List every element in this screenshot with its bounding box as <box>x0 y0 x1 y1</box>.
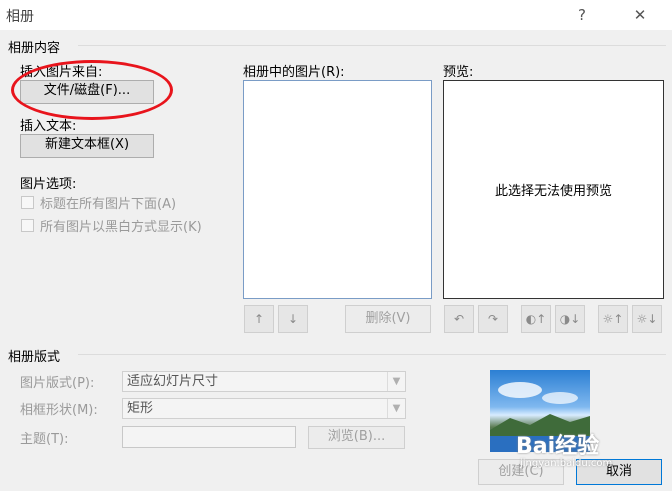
caption-below-checkbox[interactable] <box>21 196 34 209</box>
preview-label: 预览: <box>443 65 474 80</box>
pictures-listbox[interactable] <box>243 80 432 299</box>
browse-button[interactable]: 浏览(B)... <box>308 426 405 449</box>
watermark-brand: Bai经验 <box>516 434 600 459</box>
divider <box>78 354 666 355</box>
frame-shape-value: 矩形 <box>127 401 154 416</box>
frame-shape-select[interactable]: 矩形 ▼ <box>122 398 406 419</box>
move-up-button[interactable]: ↑ <box>244 305 274 333</box>
theme-label: 主题(T): <box>20 432 69 447</box>
new-text-box-button[interactable]: 新建文本框(X) <box>20 134 154 158</box>
chevron-down-icon: ▼ <box>387 372 405 391</box>
picture-layout-value: 适应幻灯片尺寸 <box>127 374 219 389</box>
rotate-left-button[interactable]: ↶ <box>444 305 474 333</box>
caption-below-label: 标题在所有图片下面(A) <box>40 197 177 212</box>
black-white-checkbox[interactable] <box>21 219 34 232</box>
help-button[interactable]: ? <box>570 4 594 26</box>
picture-layout-select[interactable]: 适应幻灯片尺寸 ▼ <box>122 371 406 392</box>
frame-shape-label: 相框形状(M): <box>20 403 98 418</box>
watermark-url: jingyan.baidu.com <box>520 458 613 469</box>
theme-field[interactable] <box>122 426 296 448</box>
close-icon[interactable]: ✕ <box>628 4 652 26</box>
pictures-in-album-label: 相册中的图片(R): <box>243 65 345 80</box>
divider <box>78 45 666 46</box>
picture-options-label: 图片选项: <box>20 177 77 192</box>
rotate-right-button[interactable]: ↷ <box>478 305 508 333</box>
preview-message: 此选择无法使用预览 <box>494 184 612 199</box>
remove-button[interactable]: 删除(V) <box>345 305 431 333</box>
window-title: 相册 <box>6 9 34 25</box>
picture-layout-label: 图片版式(P): <box>20 376 95 391</box>
album-content-group-label: 相册内容 <box>8 41 61 56</box>
insert-text-label: 插入文本: <box>20 119 77 134</box>
contrast-up-button[interactable]: ◐↑ <box>521 305 551 333</box>
contrast-down-button[interactable]: ◑↓ <box>555 305 585 333</box>
album-layout-group-label: 相册版式 <box>8 350 61 365</box>
move-down-button[interactable]: ↓ <box>278 305 308 333</box>
chevron-down-icon: ▼ <box>387 399 405 418</box>
black-white-label: 所有图片以黑白方式显示(K) <box>40 220 202 235</box>
brightness-down-button[interactable]: ☼↓ <box>632 305 662 333</box>
brightness-up-button[interactable]: ☼↑ <box>598 305 628 333</box>
annotation-circle <box>11 60 173 120</box>
